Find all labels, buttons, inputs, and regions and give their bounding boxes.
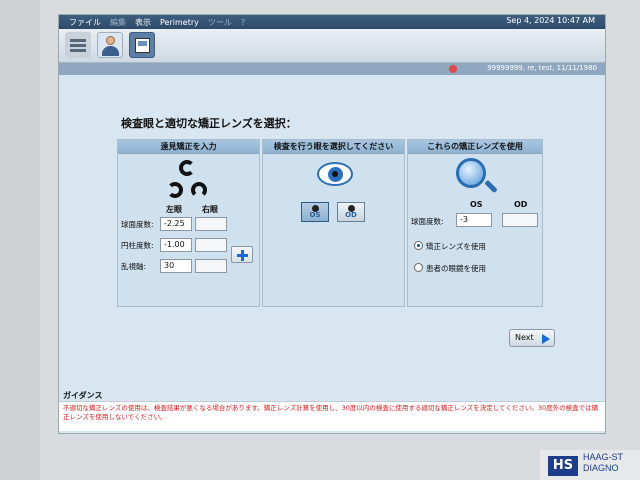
eye-rings-icon [163, 160, 213, 204]
brand-line1: HAAG-ST [583, 452, 624, 462]
patient-status-icon [449, 65, 457, 73]
patient-button[interactable] [97, 32, 123, 58]
brand-logo: HS [548, 456, 578, 476]
menu-edit[interactable]: 編集 [110, 17, 126, 28]
eye-pupil [332, 171, 338, 177]
exam-icon [135, 38, 150, 53]
sphere-right-field[interactable] [195, 217, 227, 231]
right-eye-header: 右眼 [202, 205, 218, 214]
exam-button[interactable] [129, 32, 155, 58]
guidance-text: 不適切な矯正レンズの使用は、検査結果が悪くなる場合があります。矯正レンズ計算を使… [59, 401, 605, 431]
patient-icon [106, 36, 115, 45]
patient-icon-body [102, 46, 119, 56]
use-correction-radio[interactable] [414, 241, 423, 250]
screen: ファイル 編集 表示 Perimetry ツール ? Sep 4, 2024 1… [58, 14, 606, 434]
patient-bar: 99999999, re, test, 11/11/1980 [59, 63, 605, 75]
lens-sphere-os-field[interactable]: -3 [456, 213, 492, 227]
menu-tools[interactable]: ツール [208, 17, 232, 28]
select-od-button[interactable]: OD [337, 202, 365, 222]
menu-file[interactable]: ファイル [69, 17, 101, 28]
magnifier-icon [456, 158, 486, 188]
panel1-title: 遠見矯正を入力 [118, 140, 259, 154]
device-bezel [0, 0, 40, 480]
ring-icon [191, 182, 207, 198]
magnifier-handle-icon [484, 179, 498, 194]
menubar: ファイル 編集 表示 Perimetry ツール ? Sep 4, 2024 1… [59, 15, 605, 29]
lens-usage-panel: これらの矯正レンズを使用 OS OD 球面度数: -3 矯正レンズを使用 患者の… [407, 139, 543, 307]
sphere-label: 球面度数: [121, 220, 154, 229]
use-glasses-label: 患者の眼鏡を使用 [426, 264, 486, 273]
menu-help[interactable]: ? [241, 18, 245, 27]
brand-line2: DIAGNO [583, 463, 619, 473]
use-glasses-radio[interactable] [414, 263, 423, 272]
select-os-button[interactable]: OS [301, 202, 329, 222]
main-menu-button[interactable] [65, 32, 91, 58]
axis-right-field[interactable] [195, 259, 227, 273]
os-header: OS [470, 200, 483, 209]
eye-icon [317, 162, 353, 186]
next-label: Next [515, 333, 534, 342]
sphere-left-field[interactable]: -2.25 [160, 217, 192, 231]
axis-label: 乱視軸: [121, 262, 147, 271]
axis-left-field[interactable]: 30 [160, 259, 192, 273]
page-title: 検査眼と適切な矯正レンズを選択： [121, 117, 297, 130]
menu-lines-icon [70, 49, 86, 52]
eye-iris [328, 167, 343, 182]
datetime: Sep 4, 2024 10:47 AM [506, 16, 595, 25]
arrow-right-icon [542, 334, 550, 344]
eye-select-panel: 検査を行う眼を選択してください OS OD [262, 139, 405, 307]
menu-lines-icon [70, 44, 86, 47]
menu-perimetry[interactable]: Perimetry [160, 18, 199, 27]
panel3-title: これらの矯正レンズを使用 [408, 140, 542, 154]
menu-view[interactable]: 表示 [135, 17, 151, 28]
distance-correction-panel: 遠見矯正を入力 左眼 右眼 球面度数: -2.25 円柱度数: -1.00 乱視… [117, 139, 260, 307]
od-header: OD [514, 200, 528, 209]
lens-sphere-label: 球面度数: [411, 217, 444, 226]
toolbar [59, 29, 605, 63]
brand-text: HAAG-ST DIAGNO [583, 452, 623, 474]
plus-calculate-button[interactable] [231, 246, 253, 263]
patient-info: 99999999, re, test, 11/11/1980 [487, 64, 597, 72]
ring-icon [179, 160, 195, 176]
cylinder-left-field[interactable]: -1.00 [160, 238, 192, 252]
menu-lines-icon [70, 39, 86, 42]
panel2-title: 検査を行う眼を選択してください [263, 140, 404, 154]
cylinder-label: 円柱度数: [121, 241, 154, 250]
ring-icon [167, 182, 183, 198]
use-correction-label: 矯正レンズを使用 [426, 242, 486, 251]
cylinder-right-field[interactable] [195, 238, 227, 252]
next-button[interactable]: Next [509, 329, 555, 347]
left-eye-header: 左眼 [166, 205, 182, 214]
lens-sphere-od-field[interactable] [502, 213, 538, 227]
